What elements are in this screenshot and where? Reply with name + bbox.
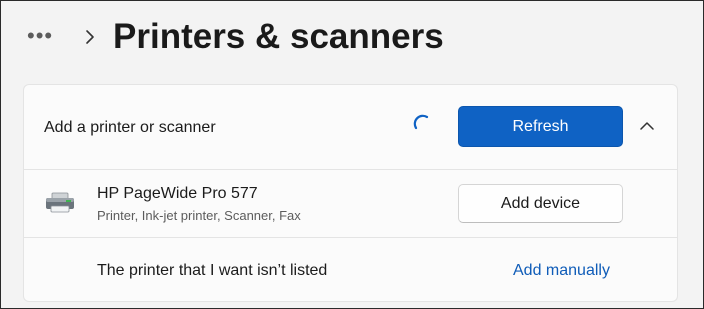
device-row: HP PageWide Pro 577 Printer, Ink-jet pri… [23,170,678,238]
loading-spinner-icon [413,114,429,130]
more-icon[interactable]: ••• [27,25,53,47]
printer-not-listed-label: The printer that I want isn’t listed [97,262,328,279]
printer-description: Printer, Ink-jet printer, Scanner, Fax [97,208,301,223]
page-title: Printers & scanners [113,17,444,56]
add-printer-label: Add a printer or scanner [44,119,216,136]
add-manually-link[interactable]: Add manually [513,262,610,280]
page-header: ••• Printers & scanners [1,1,704,81]
printer-icon [46,192,74,213]
refresh-button[interactable]: Refresh [458,106,623,147]
manual-add-row: The printer that I want isn’t listed Add… [23,238,678,302]
add-printer-section: Add a printer or scanner Refresh [23,84,678,170]
chevron-right-icon [86,30,94,44]
add-device-button[interactable]: Add device [458,184,623,223]
chevron-up-icon[interactable] [638,119,656,133]
printer-name: HP PageWide Pro 577 [97,185,258,202]
